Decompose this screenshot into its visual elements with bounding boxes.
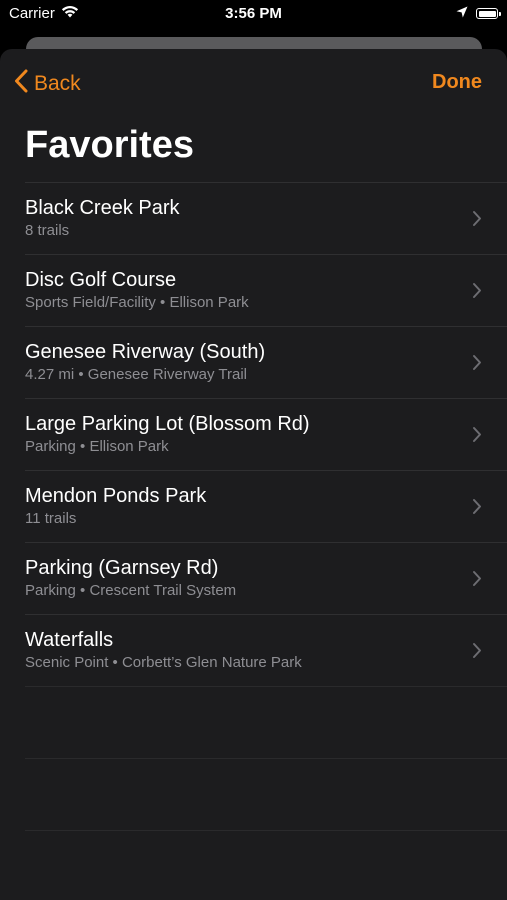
- item-subtitle: Parking • Crescent Trail System: [25, 582, 237, 599]
- item-title: Black Creek Park: [25, 197, 180, 219]
- list-item[interactable]: Disc Golf Course Sports Field/Facility •…: [25, 254, 507, 326]
- item-subtitle: Sports Field/Facility • Ellison Park: [25, 294, 249, 311]
- list-item[interactable]: Black Creek Park 8 trails: [25, 182, 507, 254]
- chevron-right-icon: [472, 642, 482, 664]
- battery-icon: [476, 8, 501, 19]
- empty-row-divider: [25, 758, 507, 830]
- list-item[interactable]: Genesee Riverway (South) 4.27 mi • Genes…: [25, 326, 507, 398]
- item-title: Disc Golf Course: [25, 269, 177, 291]
- item-title: Waterfalls: [25, 629, 114, 651]
- done-button[interactable]: Done: [432, 71, 482, 94]
- chevron-right-icon: [472, 426, 482, 448]
- chevron-right-icon: [472, 354, 482, 376]
- favorites-list: Black Creek Park 8 trails Disc Golf Cour…: [0, 182, 507, 900]
- nav-bar: Back Done: [0, 49, 507, 115]
- favorites-sheet: Back Done Favorites Black Creek Park 8 t…: [0, 49, 507, 900]
- screen: Carrier 3:56 PM Back Done Favorites Blac…: [0, 0, 507, 900]
- empty-row-divider: [25, 686, 507, 758]
- back-label: Back: [34, 72, 81, 95]
- status-bar: Carrier 3:56 PM: [0, 0, 507, 28]
- item-subtitle: Parking • Ellison Park: [25, 438, 169, 455]
- item-subtitle: 11 trails: [25, 510, 77, 527]
- empty-row-divider: [25, 830, 507, 900]
- chevron-right-icon: [472, 210, 482, 232]
- item-title: Large Parking Lot (Blossom Rd): [25, 413, 310, 435]
- item-subtitle: 8 trails: [25, 222, 70, 239]
- item-subtitle: Scenic Point • Corbett’s Glen Nature Par…: [25, 654, 302, 671]
- list-item[interactable]: Large Parking Lot (Blossom Rd) Parking •…: [25, 398, 507, 470]
- item-title: Genesee Riverway (South): [25, 341, 266, 363]
- list-item[interactable]: Parking (Garnsey Rd) Parking • Crescent …: [25, 542, 507, 614]
- chevron-right-icon: [472, 570, 482, 592]
- chevron-left-icon: [14, 69, 34, 99]
- status-right: [456, 5, 501, 22]
- list-item[interactable]: Waterfalls Scenic Point • Corbett’s Glen…: [25, 614, 507, 686]
- page-title: Favorites: [25, 124, 194, 166]
- item-title: Mendon Ponds Park: [25, 485, 207, 507]
- location-arrow-icon: [456, 5, 468, 22]
- chevron-right-icon: [472, 498, 482, 520]
- status-time: 3:56 PM: [225, 5, 282, 22]
- item-title: Parking (Garnsey Rd): [25, 557, 219, 579]
- list-item[interactable]: Mendon Ponds Park 11 trails: [25, 470, 507, 542]
- item-subtitle: 4.27 mi • Genesee Riverway Trail: [25, 366, 248, 383]
- back-button[interactable]: Back: [14, 69, 81, 99]
- chevron-right-icon: [472, 282, 482, 304]
